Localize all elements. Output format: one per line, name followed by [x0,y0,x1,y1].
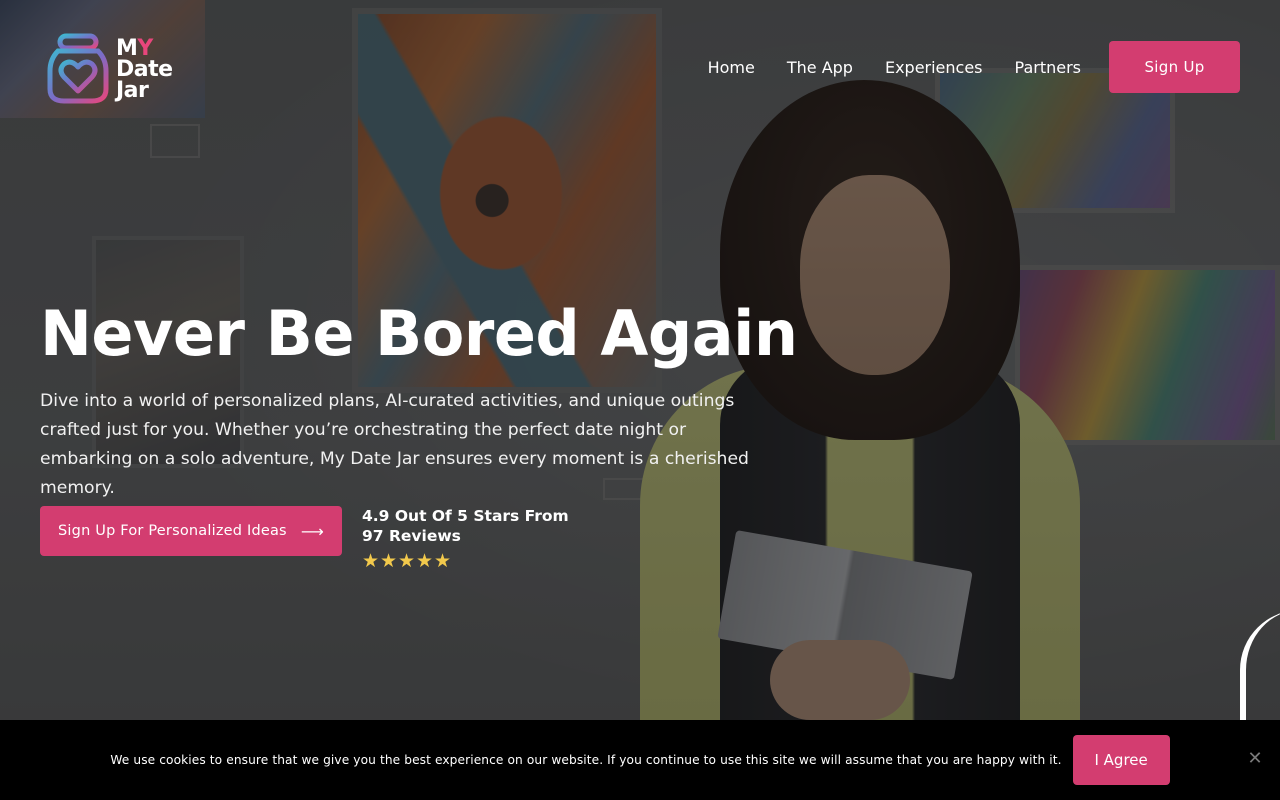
cta-label: Sign Up For Personalized Ideas [58,523,287,539]
site-logo[interactable]: MY Date Jar [46,32,196,106]
hero-description: Dive into a world of personalized plans,… [40,391,749,498]
nav-link-the-app[interactable]: The App [787,58,853,77]
rating-stars: ★ ★ ★ ★ ★ [362,550,592,573]
rating-block: 4.9 Out Of 5 Stars From 97 Reviews ★ ★ ★ ★ ★ [362,506,592,573]
logo-text-jar: Jar [116,77,149,103]
logo-wordmark: MY Date Jar [116,37,173,103]
star-icon: ★ [398,551,416,572]
rating-text: 4.9 Out Of 5 Stars From 97 Reviews [362,507,569,545]
nav-link-partners[interactable]: Partners [1015,58,1081,77]
cookie-consent-bar: We use cookies to ensure that we give yo… [0,720,1280,800]
main-navigation: Home The App Experiences Partners Sign U… [708,41,1240,93]
logo-text-date: Date [116,56,173,82]
personalized-ideas-signup-button[interactable]: Sign Up For Personalized Ideas ⟶ [40,506,342,556]
jar-heart-icon [46,33,110,105]
arrow-right-icon: ⟶ [300,521,324,541]
close-icon[interactable]: ✕ [1246,750,1264,768]
star-icon: ★ [362,551,380,572]
cookie-agree-button[interactable]: I Agree [1072,735,1170,785]
signup-button[interactable]: Sign Up [1109,41,1240,93]
nav-link-experiences[interactable]: Experiences [885,58,983,77]
cookie-message: We use cookies to ensure that we give yo… [110,753,1062,767]
star-icon: ★ [434,551,452,572]
nav-link-home[interactable]: Home [708,58,755,77]
star-icon: ★ [380,551,398,572]
hero-title: Never Be Bored Again [40,297,798,370]
star-icon: ★ [416,551,434,572]
